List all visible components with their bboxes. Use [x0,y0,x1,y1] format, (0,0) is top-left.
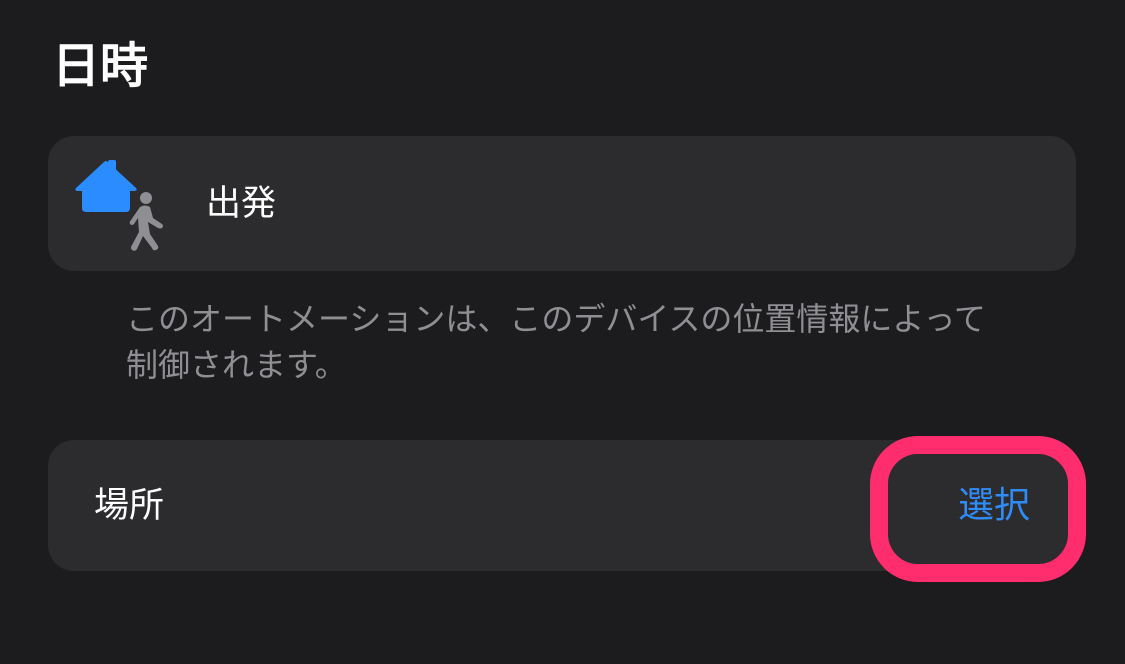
home-leaving-person-icon [74,158,174,253]
house-icon [75,160,137,212]
trigger-label: 出発 [206,184,277,224]
section-title: 日時 [52,38,149,94]
automation-settings-page: 日時 出発 このオートメーションは、このデバイスの位置情報によって制御されます。… [0,0,1125,664]
walking-person-icon [129,192,163,251]
choose-location-button[interactable]: 選択 [892,450,1082,562]
location-label: 場所 [94,486,165,526]
trigger-row[interactable]: 出発 [48,136,1076,271]
choose-button-label: 選択 [957,485,1030,526]
automation-footnote: このオートメーションは、このデバイスの位置情報によって制御されます。 [126,300,986,384]
